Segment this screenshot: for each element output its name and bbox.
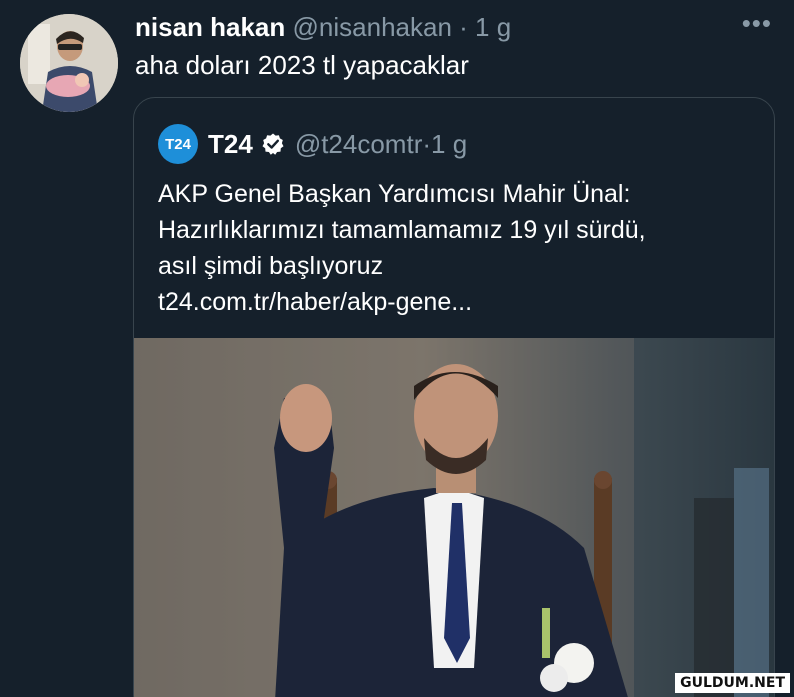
author-name[interactable]: nisan hakan: [135, 12, 285, 42]
quoted-author-handle[interactable]: @t24comtr: [295, 129, 423, 160]
quoted-tweet-card[interactable]: T24 T24 @t24comtr · 1 g AKP Genel Başkan…: [133, 97, 775, 697]
quoted-tweet-header: T24 T24 @t24comtr · 1 g: [158, 124, 467, 164]
quoted-meta-separator: ·: [422, 128, 432, 159]
verified-icon: [261, 132, 285, 156]
avatar-image: [20, 14, 118, 112]
author-avatar[interactable]: [20, 14, 118, 112]
more-icon[interactable]: •••: [742, 8, 772, 39]
quoted-tweet-image[interactable]: [134, 338, 774, 697]
quoted-post-time[interactable]: 1 g: [431, 129, 467, 160]
tweet-text: aha doları 2023 tl yapacaklar: [135, 50, 469, 80]
photo-illustration: [134, 338, 774, 697]
meta-separator: ·: [459, 12, 468, 42]
post-time[interactable]: 1 g: [475, 12, 511, 42]
tweet-header: nisan hakan @nisanhakan · 1 g: [135, 12, 511, 43]
author-handle[interactable]: @nisanhakan: [293, 12, 452, 42]
quoted-author-name[interactable]: T24: [208, 129, 253, 160]
t24-logo-text: T24: [165, 135, 191, 153]
watermark: GULDUM.NET: [675, 673, 790, 693]
quoted-text-line: Hazırlıklarımızı tamamlamamız 19 yıl sür…: [158, 216, 646, 244]
quoted-text-line: AKP Genel Başkan Yardımcısı Mahir Ünal:: [158, 180, 631, 208]
quoted-text-line: asıl şimdi başlıyoruz: [158, 252, 384, 280]
quoted-tweet-text: AKP Genel Başkan Yardımcısı Mahir Ünal: …: [158, 176, 758, 320]
quoted-link[interactable]: t24.com.tr/haber/akp-gene...: [158, 284, 758, 320]
t24-avatar[interactable]: T24: [158, 124, 198, 164]
